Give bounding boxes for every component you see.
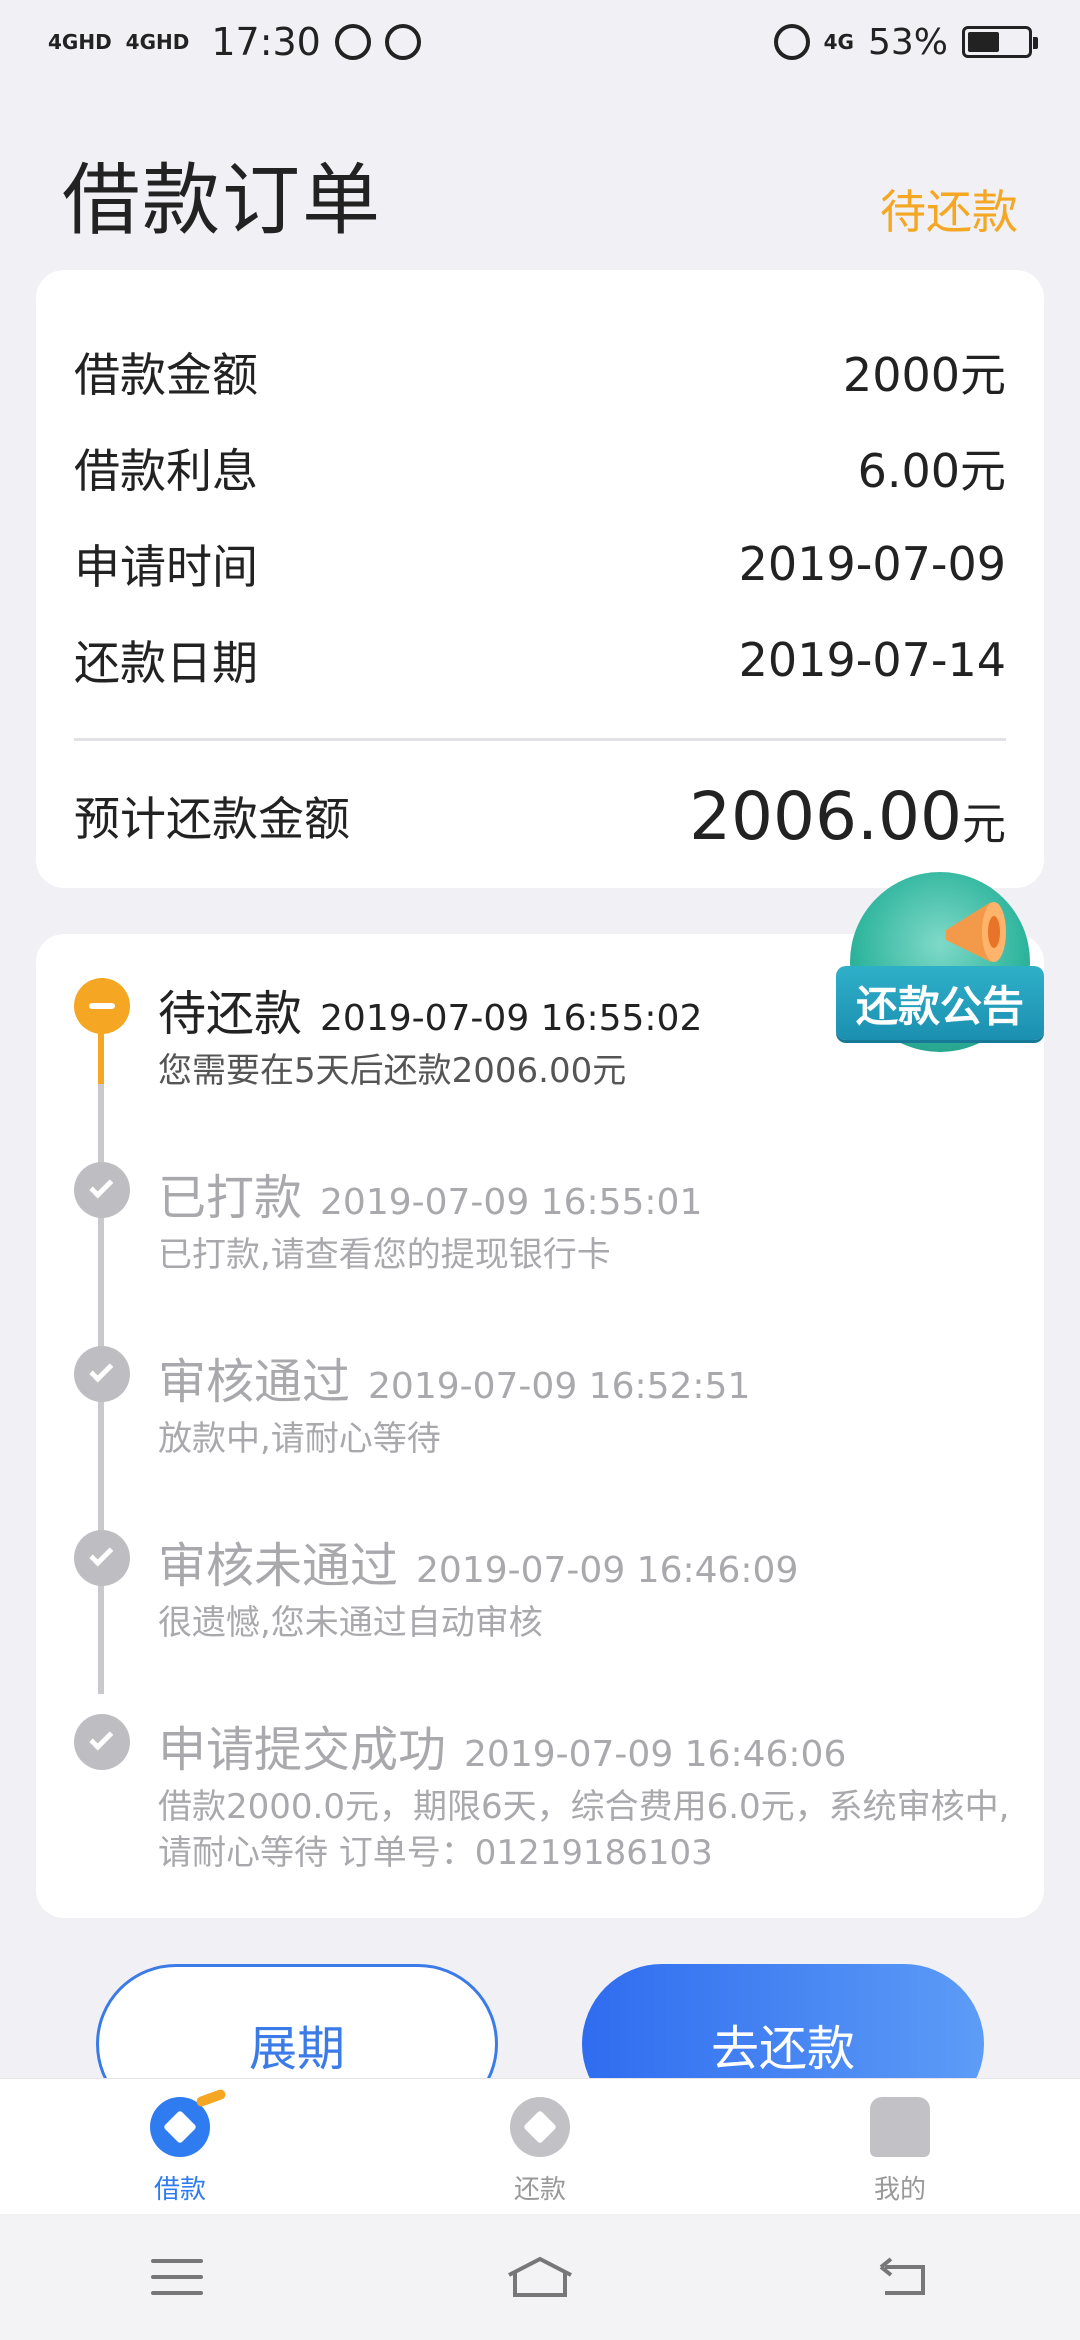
timeline-title: 审核通过 [158, 1354, 351, 1410]
tab-label: 借款 [153, 2175, 206, 2205]
pending-icon [74, 978, 130, 1034]
timeline-title: 已打款 [158, 1170, 303, 1226]
alarm-icon [773, 24, 810, 60]
summary-label: 借款金额 [74, 348, 258, 402]
clock-time: 17:30 [211, 20, 321, 64]
tab-repay[interactable]: 还款 [360, 2079, 720, 2214]
summary-row-amount: 借款金额 2000元 [74, 324, 1006, 420]
notice-label: 还款公告 [836, 966, 1044, 1040]
bottom-tab-bar: 借款 还款 我的 [0, 2078, 1080, 2214]
tab-profile[interactable]: 我的 [720, 2079, 1080, 2214]
battery-percent: 53% [867, 21, 948, 63]
timeline-time: 2019-07-09 16:55:02 [320, 998, 703, 1039]
summary-label: 借款利息 [74, 444, 258, 498]
summary-value: 2000元 [842, 348, 1006, 402]
summary-value: 6.00元 [857, 444, 1006, 498]
notification-icon-2 [384, 24, 421, 60]
timeline-desc: 放款中,请耐心等待 [158, 1419, 441, 1459]
summary-row-apply-date: 申请时间 2019-07-09 [74, 516, 1006, 612]
check-icon [74, 1346, 130, 1402]
timeline-desc: 很遗憾,您未通过自动审核 [158, 1603, 543, 1643]
total-unit: 元 [962, 798, 1006, 850]
total-label: 预计还款金额 [74, 792, 350, 846]
timeline-desc: 借款2000.0元，期限6天，综合费用6.0元，系统审核中,请耐心等待 订单号：… [158, 1787, 1010, 1873]
order-status: 待还款 [880, 185, 1018, 239]
total-value: 2006.00元 [689, 778, 1006, 855]
timeline-time: 2019-07-09 16:46:09 [416, 1550, 799, 1591]
signal-icon: 4GHD [48, 30, 112, 54]
battery-level-fill [968, 32, 999, 52]
tab-label: 还款 [513, 2175, 566, 2205]
timeline-desc: 已打款,请查看您的提现银行卡 [158, 1235, 611, 1275]
order-timeline-card: 待还款 2019-07-09 16:55:02 您需要在5天后还款2006.00… [36, 934, 1044, 1918]
summary-label: 还款日期 [74, 636, 258, 690]
check-icon [74, 1714, 130, 1770]
summary-value: 2019-07-14 [738, 633, 1006, 687]
loan-icon [150, 2088, 227, 2157]
tab-label: 我的 [873, 2175, 926, 2205]
menu-icon[interactable] [151, 2259, 203, 2295]
timeline-time: 2019-07-09 16:52:51 [368, 1366, 751, 1407]
page-title: 借款订单 [62, 156, 383, 246]
system-nav-bar [0, 2214, 1080, 2340]
loan-summary-card: 借款金额 2000元 借款利息 6.00元 申请时间 2019-07-09 还款… [36, 270, 1044, 888]
summary-row-due-date: 还款日期 2019-07-14 [74, 612, 1006, 708]
repayment-notice-button[interactable]: 还款公告 [836, 872, 1044, 1062]
status-bar: 4GHD 4GHD 17:30 4G 53% [0, 0, 1080, 84]
total-amount: 2006.00 [689, 777, 962, 855]
battery-icon [962, 26, 1038, 58]
timeline-title: 审核未通过 [158, 1538, 399, 1594]
summary-value: 2019-07-09 [738, 537, 1006, 591]
home-icon[interactable] [505, 2255, 575, 2299]
timeline-title: 待还款 [158, 986, 303, 1042]
summary-label: 申请时间 [74, 540, 258, 594]
timeline-time: 2019-07-09 16:55:01 [320, 1182, 703, 1223]
repay-icon [510, 2097, 570, 2157]
signal-icon-2: 4GHD [125, 30, 190, 54]
timeline-time: 2019-07-09 16:46:06 [464, 1734, 847, 1775]
check-icon [74, 1530, 130, 1586]
notification-icon [334, 24, 371, 60]
network-type: 4G [823, 30, 854, 54]
profile-icon [870, 2097, 930, 2157]
tab-loan[interactable]: 借款 [0, 2079, 360, 2214]
back-icon[interactable] [877, 2257, 929, 2297]
check-icon [74, 1162, 130, 1218]
timeline-title: 申请提交成功 [158, 1722, 447, 1778]
summary-total-row: 预计还款金额 2006.00元 [74, 741, 1006, 891]
summary-row-interest: 借款利息 6.00元 [74, 420, 1006, 516]
